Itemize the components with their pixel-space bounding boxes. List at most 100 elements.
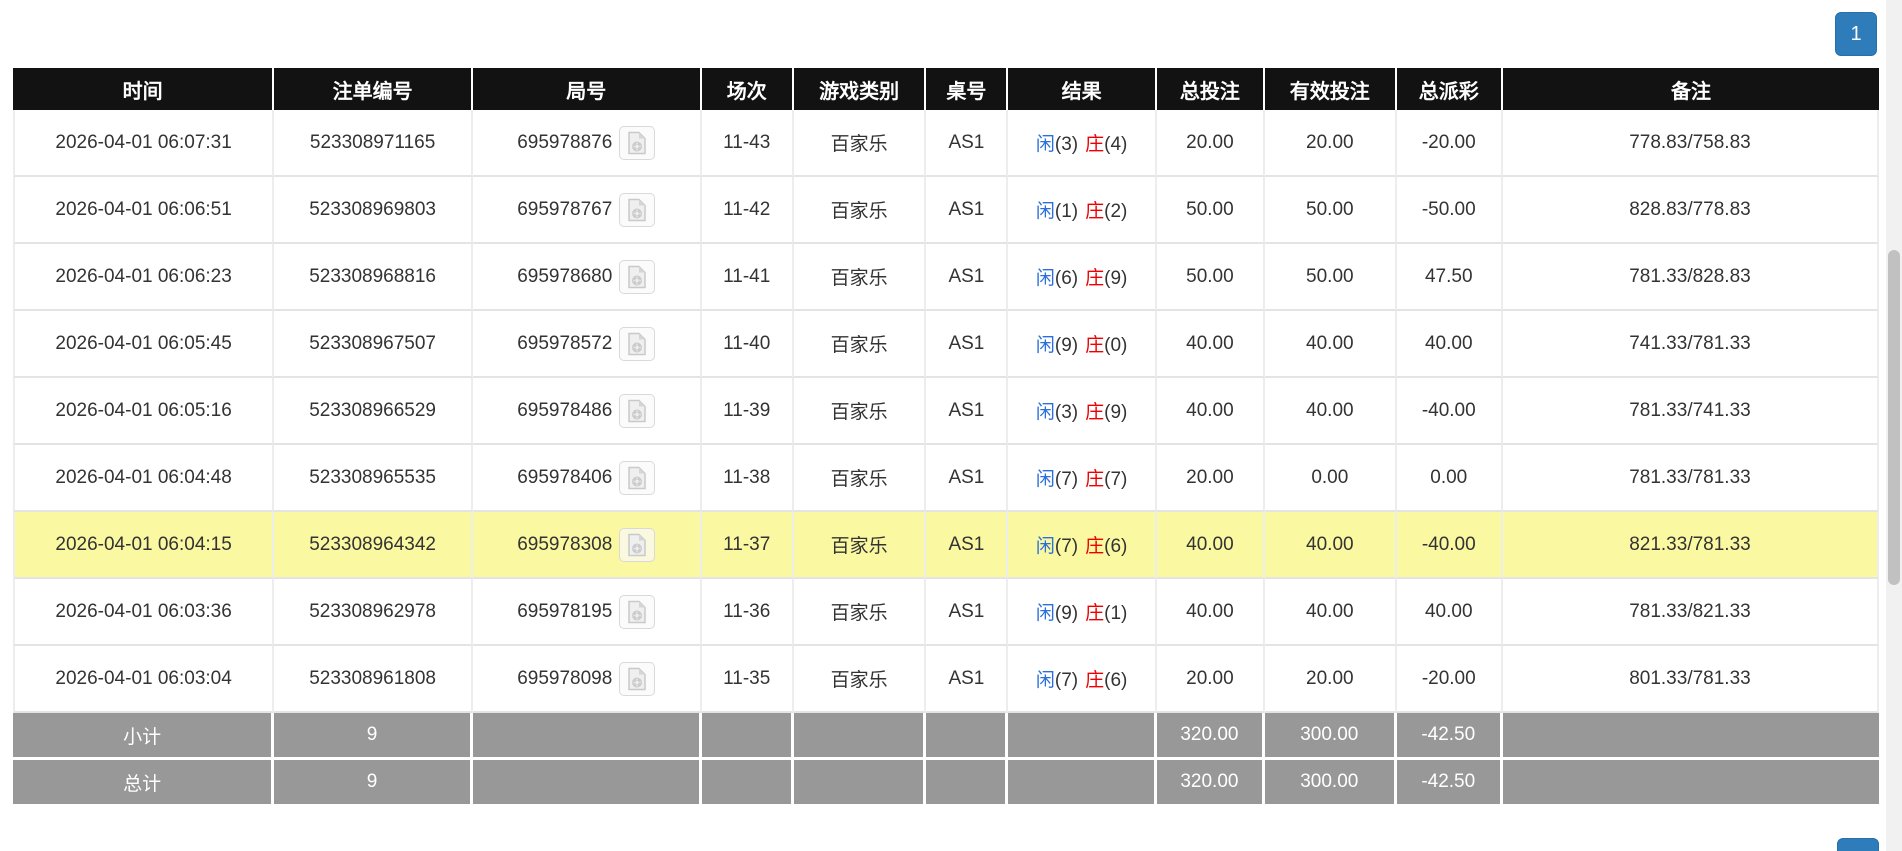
result-banker-points: (0) [1104, 335, 1128, 356]
cell-valid-bet: 40.00 [1265, 579, 1397, 646]
table-row[interactable]: 2026-04-01 06:04:15 523308964342 695978308… [13, 512, 1879, 579]
round-number: 695978572 [517, 332, 613, 354]
footer-empty-cell [1008, 760, 1157, 807]
video-file-icon [628, 533, 647, 556]
footer-empty-cell [1008, 713, 1157, 760]
result-banker-points: (4) [1104, 134, 1128, 155]
video-replay-button[interactable] [619, 259, 656, 294]
pagination-page-1-button-bottom[interactable]: 1 [1837, 838, 1879, 851]
footer-valid-bet: 300.00 [1265, 760, 1397, 807]
result-player-points: (7) [1054, 670, 1079, 691]
cell-payout: 47.50 [1396, 244, 1503, 311]
cell-total-bet[interactable]: 50.00 [1156, 177, 1266, 244]
cell-result: 闲(9) 庄(0) [1008, 311, 1157, 378]
footer-payout: -42.50 [1396, 760, 1503, 807]
table-header-row: 时间 注单编号 局号 场次 游戏类别 桌号 结果 总投注 有效投注 总派彩 备注 [13, 68, 1879, 110]
cell-table-no: AS1 [926, 445, 1009, 512]
cell-round: 695978572 [472, 311, 702, 378]
table-row[interactable]: 2026-04-01 06:06:23 523308968816 695978680… [13, 244, 1879, 311]
result-banker-points: (9) [1104, 268, 1128, 289]
cell-total-bet[interactable]: 20.00 [1156, 445, 1266, 512]
scrollbar-thumb[interactable] [1888, 250, 1900, 585]
cell-bet-id: 523308962978 [274, 579, 473, 646]
cell-result: 闲(6) 庄(9) [1008, 244, 1157, 311]
cell-valid-bet: 40.00 [1265, 512, 1397, 579]
result-banker-label: 庄 [1085, 268, 1105, 289]
footer-label: 小计 [13, 713, 275, 760]
footer-empty-cell [793, 760, 927, 807]
cell-total-bet[interactable]: 20.00 [1156, 646, 1266, 713]
footer-count: 9 [274, 713, 473, 760]
cell-session: 11-39 [701, 378, 794, 445]
table-row[interactable]: 2026-04-01 06:07:31 523308971165 695978876… [13, 110, 1879, 177]
cell-round: 695978486 [472, 378, 702, 445]
cell-total-bet[interactable]: 40.00 [1156, 512, 1266, 579]
cell-table-no: AS1 [926, 244, 1009, 311]
column-header-1: 注单编号 [274, 68, 473, 110]
cell-bet-id: 523308971165 [274, 110, 473, 177]
result-player-points: (7) [1054, 536, 1079, 557]
table-row[interactable]: 2026-04-01 06:03:36 523308962978 695978195… [13, 579, 1879, 646]
table-row[interactable]: 2026-04-01 06:03:04 523308961808 695978098… [13, 646, 1879, 713]
cell-session: 11-37 [701, 512, 794, 579]
scrollbar-track[interactable] [1886, 0, 1902, 851]
column-header-7: 总投注 [1156, 68, 1266, 110]
round-number: 695978308 [517, 533, 613, 555]
cell-total-bet[interactable]: 50.00 [1156, 244, 1266, 311]
cell-result: 闲(7) 庄(6) [1008, 512, 1157, 579]
column-header-3: 场次 [701, 68, 794, 110]
round-number: 695978195 [517, 600, 613, 622]
column-header-9: 总派彩 [1396, 68, 1503, 110]
cell-total-bet[interactable]: 40.00 [1156, 378, 1266, 445]
video-replay-button[interactable] [619, 125, 656, 160]
cell-round: 695978098 [472, 646, 702, 713]
video-replay-button[interactable] [619, 661, 656, 696]
round-number: 695978406 [517, 466, 613, 488]
cell-remark: 781.33/828.83 [1502, 244, 1879, 311]
table-row[interactable]: 2026-04-01 06:06:51 523308969803 695978767… [13, 177, 1879, 244]
cell-total-bet[interactable]: 40.00 [1156, 579, 1266, 646]
footer-empty-cell [1502, 713, 1879, 760]
result-player-points: (3) [1054, 402, 1079, 423]
cell-time: 2026-04-01 06:06:51 [13, 177, 275, 244]
cell-game-type: 百家乐 [793, 445, 927, 512]
cell-table-no: AS1 [926, 579, 1009, 646]
cell-valid-bet: 20.00 [1265, 110, 1397, 177]
cell-game-type: 百家乐 [793, 244, 927, 311]
footer-valid-bet: 300.00 [1265, 713, 1397, 760]
cell-total-bet[interactable]: 40.00 [1156, 311, 1266, 378]
cell-result: 闲(3) 庄(4) [1008, 110, 1157, 177]
video-file-icon [628, 466, 647, 489]
column-header-4: 游戏类别 [793, 68, 927, 110]
cell-payout: 40.00 [1396, 311, 1503, 378]
video-replay-button[interactable] [619, 393, 656, 428]
video-replay-button[interactable] [619, 326, 656, 361]
video-replay-button[interactable] [619, 594, 656, 629]
result-banker-points: (7) [1104, 469, 1128, 490]
cell-total-bet[interactable]: 20.00 [1156, 110, 1266, 177]
result-banker-label: 庄 [1085, 670, 1105, 691]
footer-empty-cell [701, 713, 794, 760]
footer-empty-cell [472, 760, 702, 807]
cell-time: 2026-04-01 06:03:04 [13, 646, 275, 713]
cell-remark: 801.33/781.33 [1502, 646, 1879, 713]
cell-table-no: AS1 [926, 378, 1009, 445]
video-replay-button[interactable] [619, 192, 656, 227]
footer-payout: -42.50 [1396, 713, 1503, 760]
result-player-label: 闲 [1035, 402, 1055, 423]
footer-label: 总计 [13, 760, 275, 807]
table-row[interactable]: 2026-04-01 06:05:16 523308966529 695978486… [13, 378, 1879, 445]
video-replay-button[interactable] [619, 527, 656, 562]
result-player-label: 闲 [1035, 134, 1055, 155]
table-row[interactable]: 2026-04-01 06:05:45 523308967507 695978572… [13, 311, 1879, 378]
cell-remark: 741.33/781.33 [1502, 311, 1879, 378]
result-banker-points: (1) [1104, 603, 1128, 624]
cell-payout: -40.00 [1396, 512, 1503, 579]
cell-payout: -50.00 [1396, 177, 1503, 244]
pagination-page-1-button-top[interactable]: 1 [1835, 12, 1877, 56]
table-row[interactable]: 2026-04-01 06:04:48 523308965535 695978406… [13, 445, 1879, 512]
video-file-icon [628, 600, 647, 623]
footer-total-bet: 320.00 [1156, 713, 1266, 760]
video-replay-button[interactable] [619, 460, 656, 495]
cell-session: 11-36 [701, 579, 794, 646]
